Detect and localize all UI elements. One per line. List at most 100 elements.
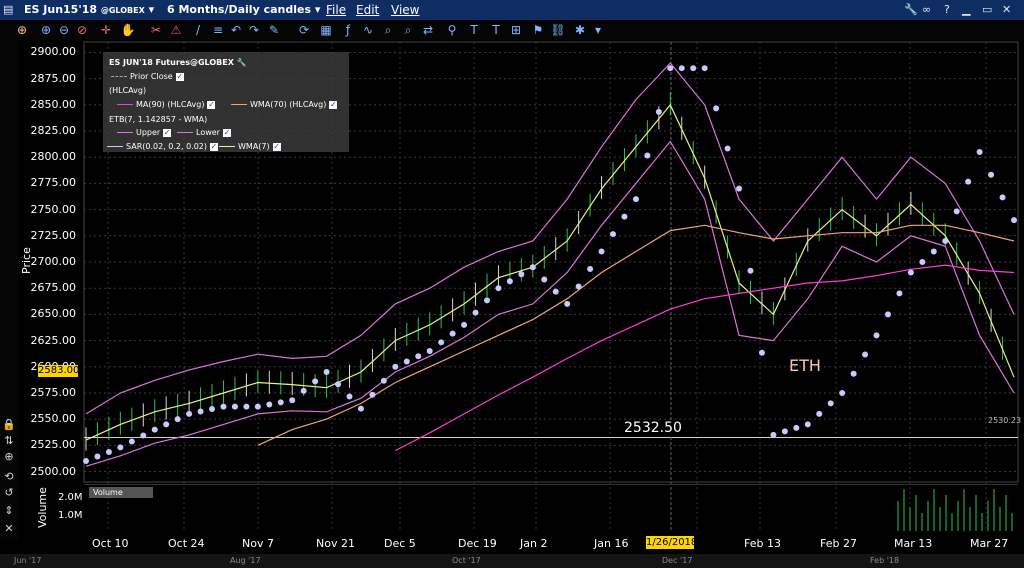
overview-tick: Jun '17: [14, 556, 42, 565]
sar-dot: [816, 410, 823, 417]
sar-dot: [690, 65, 697, 72]
x-tick-label: Nov 7: [242, 537, 274, 550]
sar-dot: [357, 405, 364, 412]
sar-dot: [231, 403, 238, 410]
sar-dot: [999, 194, 1006, 201]
sar-dot: [850, 370, 857, 377]
sar-dot: [461, 321, 468, 328]
y-tick-label: 2675.00: [30, 281, 77, 295]
legend-wma7[interactable]: WMA(7) ✓: [219, 142, 281, 151]
sar-dot: [839, 389, 846, 396]
sar-dot: [415, 353, 422, 360]
sar-dot: [197, 408, 204, 415]
sar-dot: [335, 381, 342, 388]
y-tick-label: 2900.00: [30, 45, 77, 59]
legend-prior-close[interactable]: Prior Close ✓: [111, 72, 184, 81]
sar-dot: [747, 267, 754, 274]
legend-ma90[interactable]: MA(90) (HLCAvg) ✓: [117, 100, 216, 109]
sar-dot: [495, 285, 502, 292]
x-tick-label: Oct 10: [92, 537, 129, 550]
x-tick-label: Dec 5: [384, 537, 416, 550]
x-tick-label: Feb 13: [744, 537, 781, 550]
overview-tick: Aug '17: [230, 556, 261, 565]
sar-dot: [781, 428, 788, 435]
legend-title: ES JUN'18 Futures@GLOBEX 🔧: [109, 58, 247, 67]
last-value-label: 2530.23: [988, 416, 1022, 425]
legend-lower[interactable]: Lower ✓: [177, 128, 231, 137]
sar-dot: [919, 259, 926, 265]
sar-dot: [953, 208, 960, 215]
x-tick-label: Jan 2: [520, 537, 548, 550]
checkbox[interactable]: ✓: [163, 128, 172, 137]
sar-dot: [942, 238, 949, 245]
y-tick-label: 2625.00: [30, 333, 77, 347]
sar-dot: [724, 145, 731, 152]
y-tick-label: 2525.00: [30, 438, 77, 452]
legend-wma70[interactable]: WMA(70) (HLCAvg) ✓: [231, 100, 338, 109]
sar-dot: [163, 421, 170, 428]
sar-dot: [105, 448, 112, 455]
sar-dot: [312, 378, 319, 385]
overview-tick: Dec '17: [662, 556, 693, 565]
horizontal-line-label[interactable]: 2532.50: [622, 420, 684, 436]
sar-dot: [117, 444, 124, 451]
overview-axis[interactable]: Jun '17 Aug '17 Oct '17 Dec '17 Feb '18: [0, 554, 1024, 568]
volume-axis-title: Volume: [36, 487, 49, 528]
sar-dot: [323, 369, 330, 375]
sar-dot: [243, 403, 250, 410]
sar-dot: [621, 213, 628, 220]
crosshair-date-tag: 1/26/2018: [646, 536, 698, 549]
sar-dot: [930, 248, 937, 255]
sar-dot: [128, 438, 135, 445]
x-tick-label: Mar 27: [970, 537, 1009, 550]
sar-dot: [793, 424, 800, 431]
sar-dot: [644, 152, 651, 159]
sar-dot: [587, 265, 594, 272]
checkbox[interactable]: ✓: [222, 128, 231, 137]
sar-dot: [151, 426, 158, 433]
sar-dot: [564, 300, 571, 307]
sar-dot: [632, 196, 639, 203]
legend-etb: ETB(7, 1.142857 - WMA): [109, 115, 208, 124]
sar-dot: [896, 290, 903, 297]
checkbox[interactable]: ✓: [207, 100, 216, 109]
sar-dot: [140, 432, 147, 439]
volume-panel-label: Volume: [89, 487, 153, 498]
legend-upper[interactable]: Upper ✓: [117, 128, 172, 137]
sar-dot: [667, 65, 674, 72]
sar-dot: [94, 453, 101, 460]
y-tick-label: 2825.00: [30, 124, 77, 138]
y-tick-label: 2800.00: [30, 150, 77, 164]
sar-dot: [884, 311, 891, 318]
sar-dot: [449, 330, 456, 337]
sar-dot: [369, 391, 376, 398]
x-tick-label: Oct 24: [168, 537, 205, 550]
sar-dot: [174, 416, 181, 423]
pin-icon[interactable]: 🔧: [237, 58, 247, 67]
sar-dot: [472, 309, 479, 316]
checkbox[interactable]: ✓: [175, 72, 184, 81]
sar-dot: [483, 297, 490, 304]
sar-dot: [701, 65, 708, 72]
chart-legend: ES JUN'18 Futures@GLOBEX 🔧 Prior Close ✓ …: [103, 52, 349, 152]
y-tick-label: 2575.00: [30, 385, 77, 399]
y-tick-label: 2775.00: [30, 176, 77, 190]
legend-sar[interactable]: SAR(0.02, 0.2, 0.02) ✓: [107, 142, 219, 151]
sar-dot: [598, 248, 605, 255]
checkbox[interactable]: ✓: [329, 100, 338, 109]
checkbox[interactable]: ✓: [210, 142, 219, 151]
sar-dot: [541, 276, 548, 283]
sar-dot: [506, 278, 513, 285]
sar-dot: [254, 403, 261, 410]
sar-dot: [426, 348, 433, 355]
sar-dot: [220, 403, 227, 410]
sar-dot: [758, 349, 765, 356]
series-line-lower: [85, 140, 1015, 467]
sar-dot: [186, 410, 193, 417]
y-tick-label: 2550.00: [30, 412, 77, 426]
checkbox[interactable]: ✓: [272, 142, 281, 151]
sar-dot: [403, 358, 410, 365]
sar-dot: [575, 283, 582, 290]
y-tick-label: 2875.00: [30, 71, 77, 85]
y-tick-label: 2725.00: [30, 228, 77, 242]
